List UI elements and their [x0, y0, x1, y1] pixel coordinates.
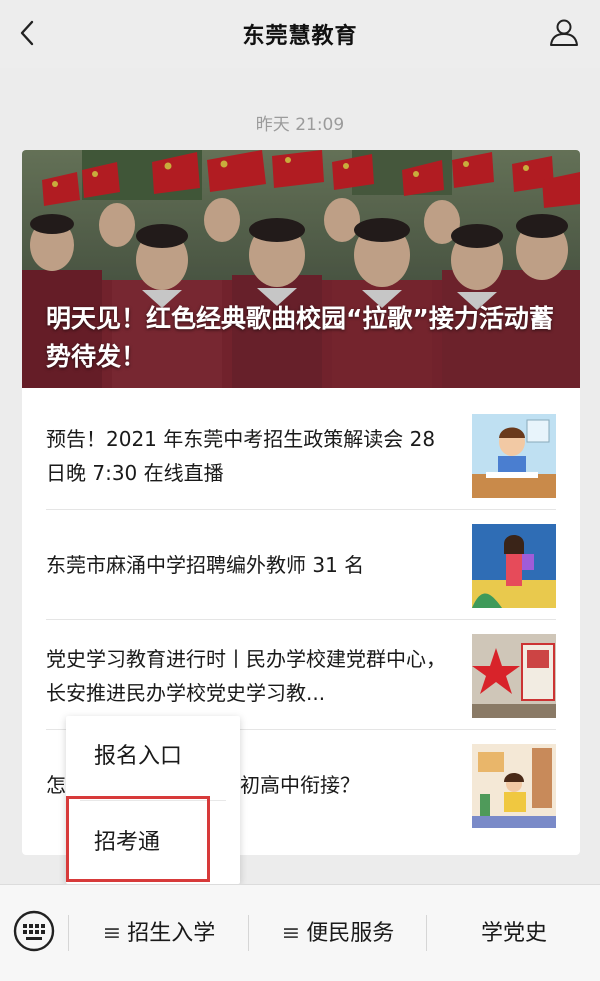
article-title: 东莞市麻涌中学招聘编外教师 31 名 — [46, 553, 365, 577]
menu-label: 便民服务 — [306, 921, 395, 946]
divider — [68, 915, 69, 951]
divider — [248, 915, 249, 951]
menu-public-services[interactable]: ≡ 便民服务 — [250, 885, 426, 981]
top-bar: 东莞慧教育 — [0, 0, 600, 68]
divider — [426, 915, 427, 951]
article-thumbnail — [472, 634, 556, 718]
bottom-menu-bar: ≡ 招生入学 ≡ 便民服务 学党史 — [0, 884, 600, 981]
menu-label: 学党史 — [480, 921, 547, 946]
hero-title: 明天见！红色经典歌曲校园“拉歌”接力活动蓄势待发！ — [46, 304, 554, 371]
profile-icon[interactable] — [548, 16, 580, 48]
hero-article[interactable]: 明天见！红色经典歌曲校园“拉歌”接力活动蓄势待发！ — [22, 150, 580, 388]
menu-item-registration[interactable]: 报名入口 — [66, 716, 240, 798]
keyboard-icon[interactable] — [12, 909, 56, 953]
article-item[interactable]: 预告！2021 年东莞中考招生政策解读会 28 日晚 7:30 在线直播 — [22, 400, 580, 510]
menu-lines-icon: ≡ — [281, 921, 301, 946]
article-item[interactable]: 党史学习教育进行时丨民办学校建党群中心，长安推进民办学校党史学习教... — [22, 620, 580, 730]
article-item[interactable]: 东莞市麻涌中学招聘编外教师 31 名 — [22, 510, 580, 620]
back-arrow-icon[interactable] — [14, 18, 42, 48]
message-timestamp: 昨天 21:09 — [255, 115, 345, 135]
menu-lines-icon: ≡ — [102, 921, 122, 946]
menu-label: 招生入学 — [127, 921, 216, 946]
page-title: 东莞慧教育 — [242, 24, 358, 49]
article-thumbnail — [472, 744, 556, 828]
article-title: 党史学习教育进行时丨民办学校建党群中心，长安推进民办学校党史学习教... — [46, 647, 446, 705]
article-title: 预告！2021 年东莞中考招生政策解读会 28 日晚 7:30 在线直播 — [46, 427, 436, 485]
article-thumbnail — [472, 524, 556, 608]
article-title-end: 初高中衔接？ — [240, 773, 360, 797]
menu-enrollment[interactable]: ≡ 招生入学 — [70, 885, 248, 981]
highlight-box — [66, 796, 210, 882]
menu-party-history[interactable]: 学党史 — [428, 885, 600, 981]
article-thumbnail — [472, 414, 556, 498]
